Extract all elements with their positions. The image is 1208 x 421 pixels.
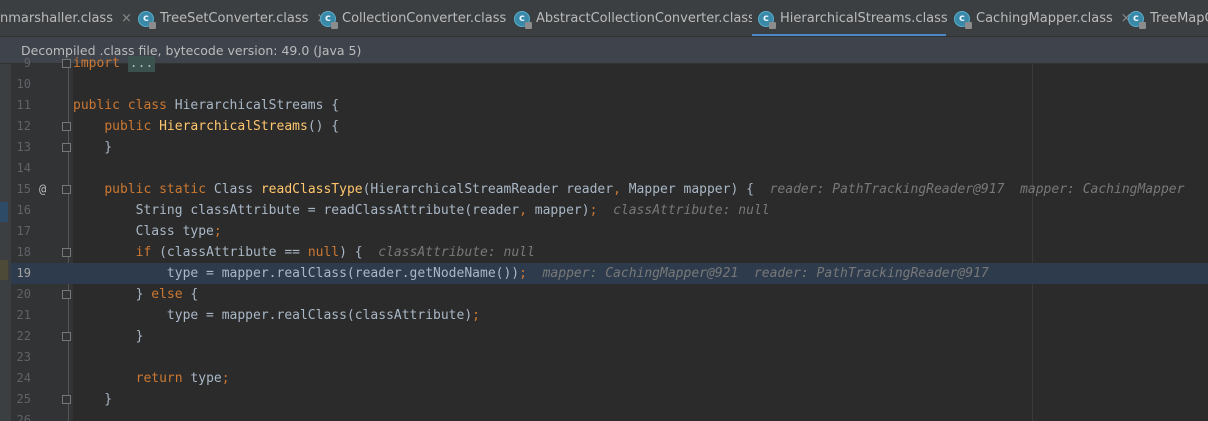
line-number: 21 — [16, 308, 31, 322]
line-code: public class HierarchicalStreams { — [73, 98, 340, 113]
code-line: 13 } — [11, 137, 1208, 158]
tab-collectionconverter[interactable]: c CollectionConverter.class × — [314, 0, 525, 36]
class-icon: c — [758, 10, 776, 29]
line-code: public static Class readClassType(Hierar… — [104, 182, 1185, 197]
line-code: type = mapper.realClass(classAttribute); — [73, 308, 480, 323]
line-number: 11 — [16, 98, 31, 112]
debug-hint: reader: PathTrackingReader@917 — [769, 182, 1005, 197]
line-code: Class type; — [73, 224, 222, 239]
fold-toggle-icon[interactable] — [62, 59, 71, 68]
code-line: 22 } — [11, 326, 1208, 347]
fold-toggle-icon[interactable] — [62, 143, 71, 152]
class-icon: c — [138, 10, 156, 29]
class-icon: c — [1128, 10, 1146, 29]
code-line: 21 type = mapper.realClass(classAttribut… — [11, 305, 1208, 326]
line-number: 19 — [16, 266, 31, 280]
line-code: return type; — [135, 371, 230, 386]
tab-label: AbstractCollectionConverter.class — [536, 11, 755, 26]
class-icon: c — [954, 10, 972, 29]
debug-hint: mapper: CachingMapper — [1020, 182, 1185, 197]
code-line: 20 } else { — [11, 284, 1208, 305]
code-line: 11 public class HierarchicalStreams { — [11, 95, 1208, 116]
tab-treesetconverter[interactable]: c TreeSetConverter.class × — [132, 0, 327, 36]
current-execution-line: 19 type = mapper.realClass(reader.getNod… — [11, 263, 1208, 284]
line-code: type = mapper.realClass(reader.getNodeNa… — [73, 266, 989, 281]
lock-icon — [525, 21, 532, 29]
line-code: if (classAttribute == null) { classAttri… — [135, 245, 535, 260]
line-number: 22 — [16, 329, 31, 343]
line-number: 24 — [16, 371, 31, 385]
tab-treemapconverter[interactable]: c TreeMapC — [1122, 0, 1208, 36]
line-number: 25 — [16, 392, 31, 406]
tab-cachingmapper[interactable]: c CachingMapper.class × — [948, 0, 1132, 36]
lock-icon — [149, 21, 156, 29]
tab-label: nmarshaller.class — [0, 11, 113, 26]
code-line: 24 return type; — [11, 368, 1208, 389]
line-number: 12 — [16, 119, 31, 133]
tab-label: TreeMapC — [1150, 11, 1208, 26]
line-code: import ... — [73, 56, 156, 72]
line-number: 13 — [16, 140, 31, 154]
code-line: 15 @ public static Class readClassType(H… — [11, 179, 1208, 200]
line-code: } — [73, 140, 113, 155]
editor-tab-bar: nmarshaller.class × c TreeSetConverter.c… — [0, 0, 1208, 37]
line-code: public HierarchicalStreams() { — [104, 119, 340, 134]
tool-marker[interactable] — [0, 202, 8, 222]
line-number: 20 — [16, 287, 31, 301]
line-code: } — [73, 392, 113, 407]
line-number: 14 — [16, 161, 31, 175]
lock-icon — [331, 21, 338, 29]
override-marker-icon[interactable]: @ — [39, 179, 46, 200]
lock-icon — [1139, 21, 1146, 29]
close-icon[interactable]: × — [121, 11, 132, 26]
line-number: 9 — [23, 56, 31, 70]
code-line: 23 — [11, 347, 1208, 368]
line-number: 26 — [16, 413, 31, 421]
left-tool-strip — [0, 64, 11, 421]
line-code: } — [73, 329, 144, 344]
code-line: 14 — [11, 158, 1208, 179]
debug-hint: reader: PathTrackingReader@917 — [753, 266, 989, 281]
folded-imports[interactable]: ... — [127, 56, 156, 72]
code-line: 17 Class type; — [11, 221, 1208, 242]
line-number: 18 — [16, 245, 31, 259]
tab-label: HierarchicalStreams.class — [780, 11, 948, 26]
line-code: } else { — [73, 287, 199, 302]
debug-hint: mapper: CachingMapper@921 — [542, 266, 739, 281]
line-number: 10 — [16, 77, 31, 91]
tab-hierarchicalstreams[interactable]: c HierarchicalStreams.class × — [752, 0, 967, 36]
tab-label: TreeSetConverter.class — [160, 11, 309, 26]
debug-hint: classAttribute: null — [378, 245, 535, 260]
lock-icon — [965, 21, 972, 29]
code-line: 10 — [11, 74, 1208, 95]
tab-label: CachingMapper.class — [976, 11, 1113, 26]
tab-nmarshaller[interactable]: nmarshaller.class × — [0, 0, 132, 36]
fold-toggle-icon[interactable] — [62, 122, 71, 131]
debug-hint: classAttribute: null — [613, 203, 770, 218]
fold-toggle-icon[interactable] — [62, 248, 71, 257]
fold-toggle-icon[interactable] — [62, 185, 71, 194]
code-line: 26 — [11, 410, 1208, 421]
code-editor[interactable]: 9 import ... 10 11 public class Hierarch… — [11, 56, 1208, 421]
line-number: 23 — [16, 350, 31, 364]
line-code: String classAttribute = readClassAttribu… — [73, 203, 770, 218]
fold-toggle-icon[interactable] — [62, 290, 71, 299]
code-line: 12 public HierarchicalStreams() { — [11, 116, 1208, 137]
class-icon: c — [320, 10, 338, 29]
tool-marker[interactable] — [0, 260, 8, 280]
code-line: 25 } — [11, 389, 1208, 410]
fold-toggle-icon[interactable] — [62, 395, 71, 404]
code-line: 18 if (classAttribute == null) { classAt… — [11, 242, 1208, 263]
tab-abstractcollectionconverter[interactable]: c AbstractCollectionConverter.class × — [508, 0, 774, 36]
code-line: 16 String classAttribute = readClassAttr… — [11, 200, 1208, 221]
line-number: 17 — [16, 224, 31, 238]
line-number: 15 — [16, 182, 31, 196]
class-icon: c — [514, 10, 532, 29]
line-number: 16 — [16, 203, 31, 217]
lock-icon — [769, 21, 776, 29]
tab-label: CollectionConverter.class — [342, 11, 507, 26]
code-line: 9 import ... — [11, 53, 1208, 74]
fold-toggle-icon[interactable] — [62, 332, 71, 341]
